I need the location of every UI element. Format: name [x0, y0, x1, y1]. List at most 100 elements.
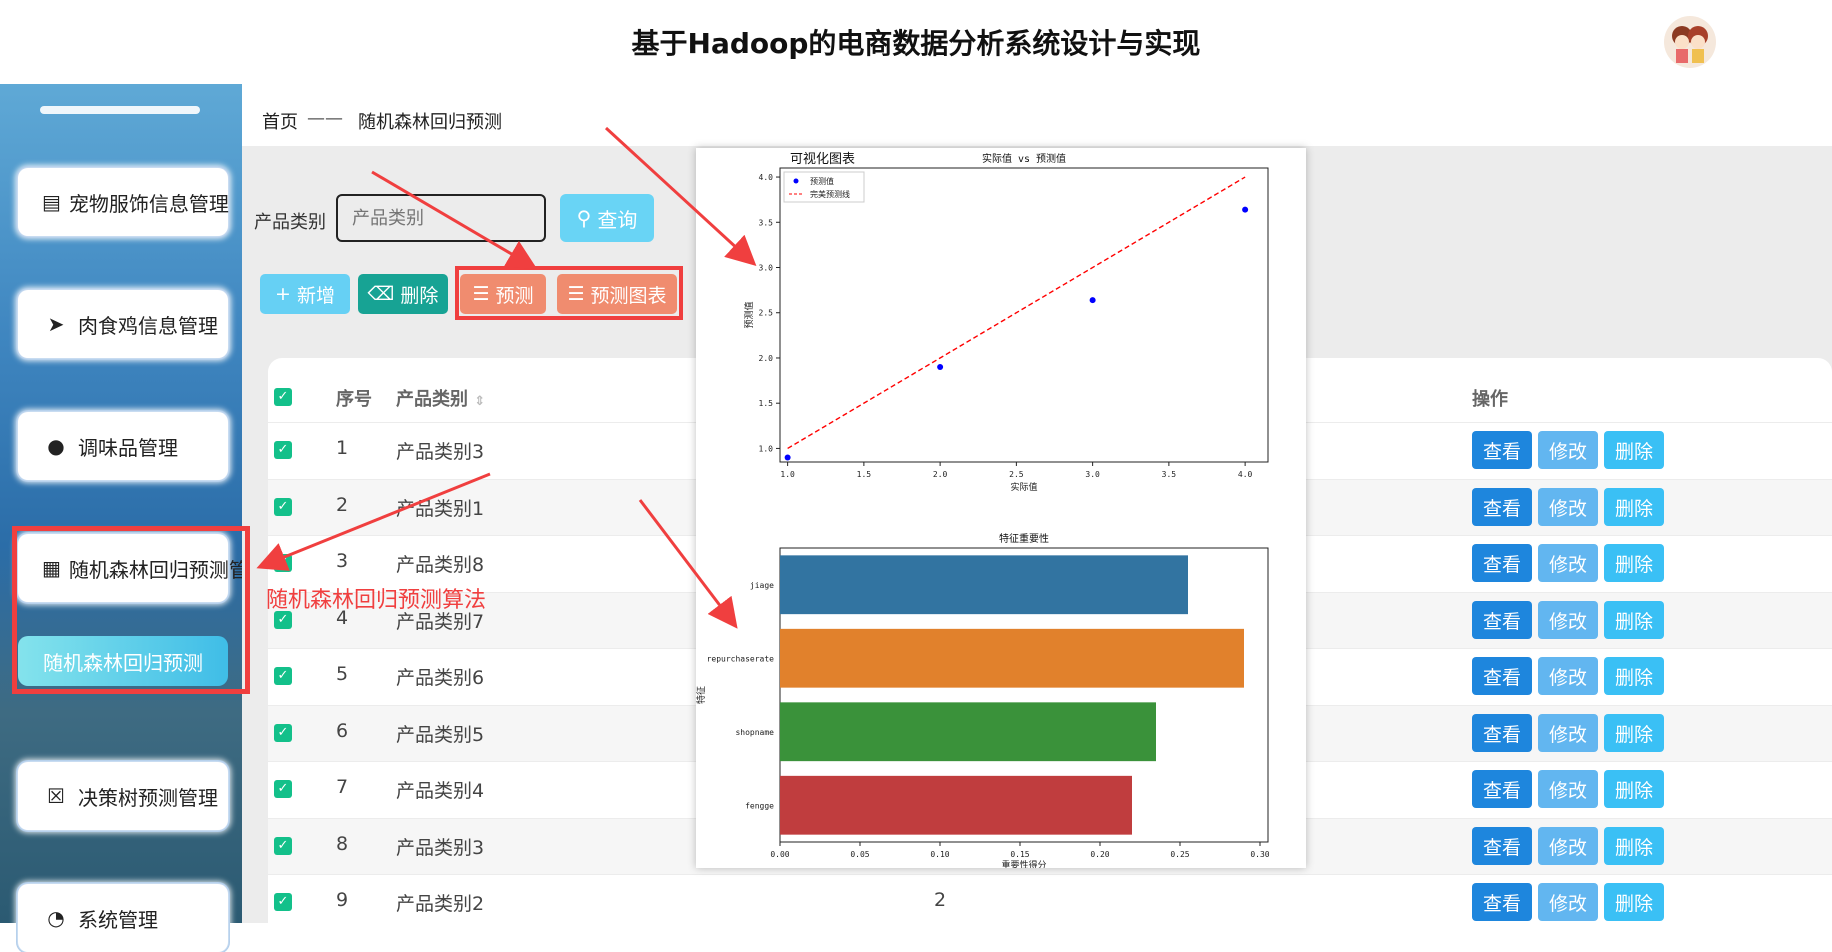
breadcrumb-current: 随机森林回归预测	[358, 112, 502, 133]
search-input[interactable]	[336, 194, 546, 242]
view-button[interactable]: 查看	[1472, 770, 1532, 808]
chart-panel-title: 可视化图表	[790, 152, 856, 167]
clipboard-x-icon: ☒	[47, 784, 65, 808]
bar-x-tick-label: 0.10	[930, 850, 949, 859]
row-category: 产品类别3	[396, 837, 485, 859]
row-category: 产品类别1	[396, 498, 485, 520]
row-category: 产品类别3	[396, 441, 485, 463]
row-checkbox[interactable]: ✓	[274, 724, 292, 742]
scatter-y-tick-label: 2.5	[759, 309, 774, 318]
view-button[interactable]: 查看	[1472, 714, 1532, 752]
bar-x-axis-label: 重要性得分	[1001, 859, 1046, 868]
feature-bar	[780, 628, 1244, 688]
scatter-point	[937, 364, 944, 371]
remove-button[interactable]: 删除	[1604, 883, 1664, 921]
scatter-point	[1089, 297, 1096, 304]
perfect-prediction-line	[787, 176, 1246, 450]
edit-button[interactable]: 修改	[1538, 883, 1598, 921]
delete-button-label: 删除	[400, 284, 439, 307]
feature-bar	[780, 702, 1156, 762]
view-button[interactable]: 查看	[1472, 544, 1532, 582]
row-checkbox[interactable]: ✓	[274, 837, 292, 855]
remove-button[interactable]: 删除	[1604, 488, 1664, 526]
pie-chart-icon: ◔	[47, 906, 65, 930]
row-checkbox[interactable]: ✓	[274, 893, 292, 911]
bar-x-tick-label: 0.20	[1090, 850, 1109, 859]
sidebar-top-edge	[40, 106, 200, 114]
scatter-x-tick-label: 2.5	[1009, 470, 1024, 479]
remove-button[interactable]: 删除	[1604, 714, 1664, 752]
row-index: 9	[336, 889, 349, 911]
add-button-label: 新增	[296, 284, 335, 307]
row-checkbox[interactable]: ✓	[274, 554, 292, 572]
avatar-icon[interactable]	[1664, 16, 1716, 68]
search-button[interactable]: ⚲ 查询	[560, 194, 654, 242]
sidebar-item-decision-tree[interactable]: ☒ 决策树预测管理	[18, 762, 228, 830]
view-button[interactable]: 查看	[1472, 488, 1532, 526]
header-category[interactable]: 产品类别 ⇕	[396, 385, 485, 411]
view-button[interactable]: 查看	[1472, 827, 1532, 865]
remove-button[interactable]: 删除	[1604, 431, 1664, 469]
sidebar-item-seasoning[interactable]: ● 调味品管理	[18, 412, 228, 480]
row-extra-value: 2	[934, 889, 947, 911]
annotation-text: 随机森林回归预测算法	[266, 588, 487, 613]
edit-button[interactable]: 修改	[1538, 488, 1598, 526]
view-button[interactable]: 查看	[1472, 431, 1532, 469]
header-index: 序号	[336, 389, 372, 410]
highlight-box-buttons	[455, 266, 683, 320]
scatter-x-tick-label: 1.0	[780, 470, 795, 479]
bar-x-tick-label: 0.00	[770, 850, 789, 859]
breadcrumb-home[interactable]: 首页	[262, 108, 298, 134]
scatter-y-tick-label: 1.5	[759, 399, 774, 408]
select-all-checkbox[interactable]: ✓	[274, 388, 292, 406]
bar-x-tick-label: 0.30	[1250, 850, 1269, 859]
edit-button[interactable]: 修改	[1538, 770, 1598, 808]
search-icon: ⚲	[576, 206, 592, 230]
view-button[interactable]: 查看	[1472, 657, 1532, 695]
remove-button[interactable]: 删除	[1604, 601, 1664, 639]
row-checkbox[interactable]: ✓	[274, 780, 292, 798]
row-category: 产品类别5	[396, 724, 485, 746]
remove-button[interactable]: 删除	[1604, 827, 1664, 865]
edit-button[interactable]: 修改	[1538, 827, 1598, 865]
remove-button[interactable]: 删除	[1604, 544, 1664, 582]
legend-label-points: 预测值	[810, 176, 834, 186]
view-button[interactable]: 查看	[1472, 601, 1532, 639]
sidebar-item-system[interactable]: ◔ 系统管理	[18, 884, 228, 952]
remove-button[interactable]: 删除	[1604, 770, 1664, 808]
sidebar-item-pet-clothing[interactable]: ▤ 宠物服饰信息管理	[18, 168, 229, 236]
row-category: 产品类别6	[396, 667, 485, 689]
header-category-label: 产品类别	[396, 389, 468, 410]
delete-button[interactable]: ⌫ 删除	[358, 274, 448, 314]
edit-button[interactable]: 修改	[1538, 544, 1598, 582]
scatter-x-axis-label: 实际值	[1010, 481, 1037, 493]
sidebar-item-broiler[interactable]: ➤ 肉食鸡信息管理	[18, 290, 228, 358]
edit-button[interactable]: 修改	[1538, 431, 1598, 469]
legend-label-line: 完美预测线	[810, 189, 850, 199]
bar-x-tick-label: 0.25	[1170, 850, 1189, 859]
scatter-title: 实际值 vs 预测值	[982, 152, 1066, 165]
row-checkbox[interactable]: ✓	[274, 441, 292, 459]
scatter-x-tick-label: 3.5	[1162, 470, 1177, 479]
search-label: 产品类别	[254, 212, 326, 233]
bar-category-label: repurchaserate	[707, 654, 775, 663]
row-checkbox[interactable]: ✓	[274, 667, 292, 685]
add-button[interactable]: + 新增	[260, 274, 350, 314]
view-button[interactable]: 查看	[1472, 883, 1532, 921]
chart-panel: 实际值 vs 预测值 1.0 1.5 2.0 2.5 3.0 3.5 4.0 1.0 1.5 2.0…	[695, 148, 1306, 871]
sort-icon[interactable]: ⇕	[474, 394, 485, 409]
scatter-x-tick-label: 1.5	[857, 470, 872, 479]
scatter-y-tick-label: 4.0	[759, 173, 774, 182]
sidebar-item-label: 肉食鸡信息管理	[78, 313, 218, 338]
scatter-y-tick-label: 1.0	[759, 444, 774, 453]
edit-button[interactable]: 修改	[1538, 657, 1598, 695]
sidebar-item-label: 系统管理	[78, 907, 158, 932]
edit-button[interactable]: 修改	[1538, 714, 1598, 752]
scatter-y-tick-label: 3.5	[759, 218, 774, 227]
bar-x-tick-label: 0.15	[1010, 850, 1029, 859]
remove-button[interactable]: 删除	[1604, 657, 1664, 695]
bar-y-axis-label: 特征	[696, 686, 707, 704]
plus-icon: +	[275, 283, 291, 305]
edit-button[interactable]: 修改	[1538, 601, 1598, 639]
row-checkbox[interactable]: ✓	[274, 498, 292, 516]
